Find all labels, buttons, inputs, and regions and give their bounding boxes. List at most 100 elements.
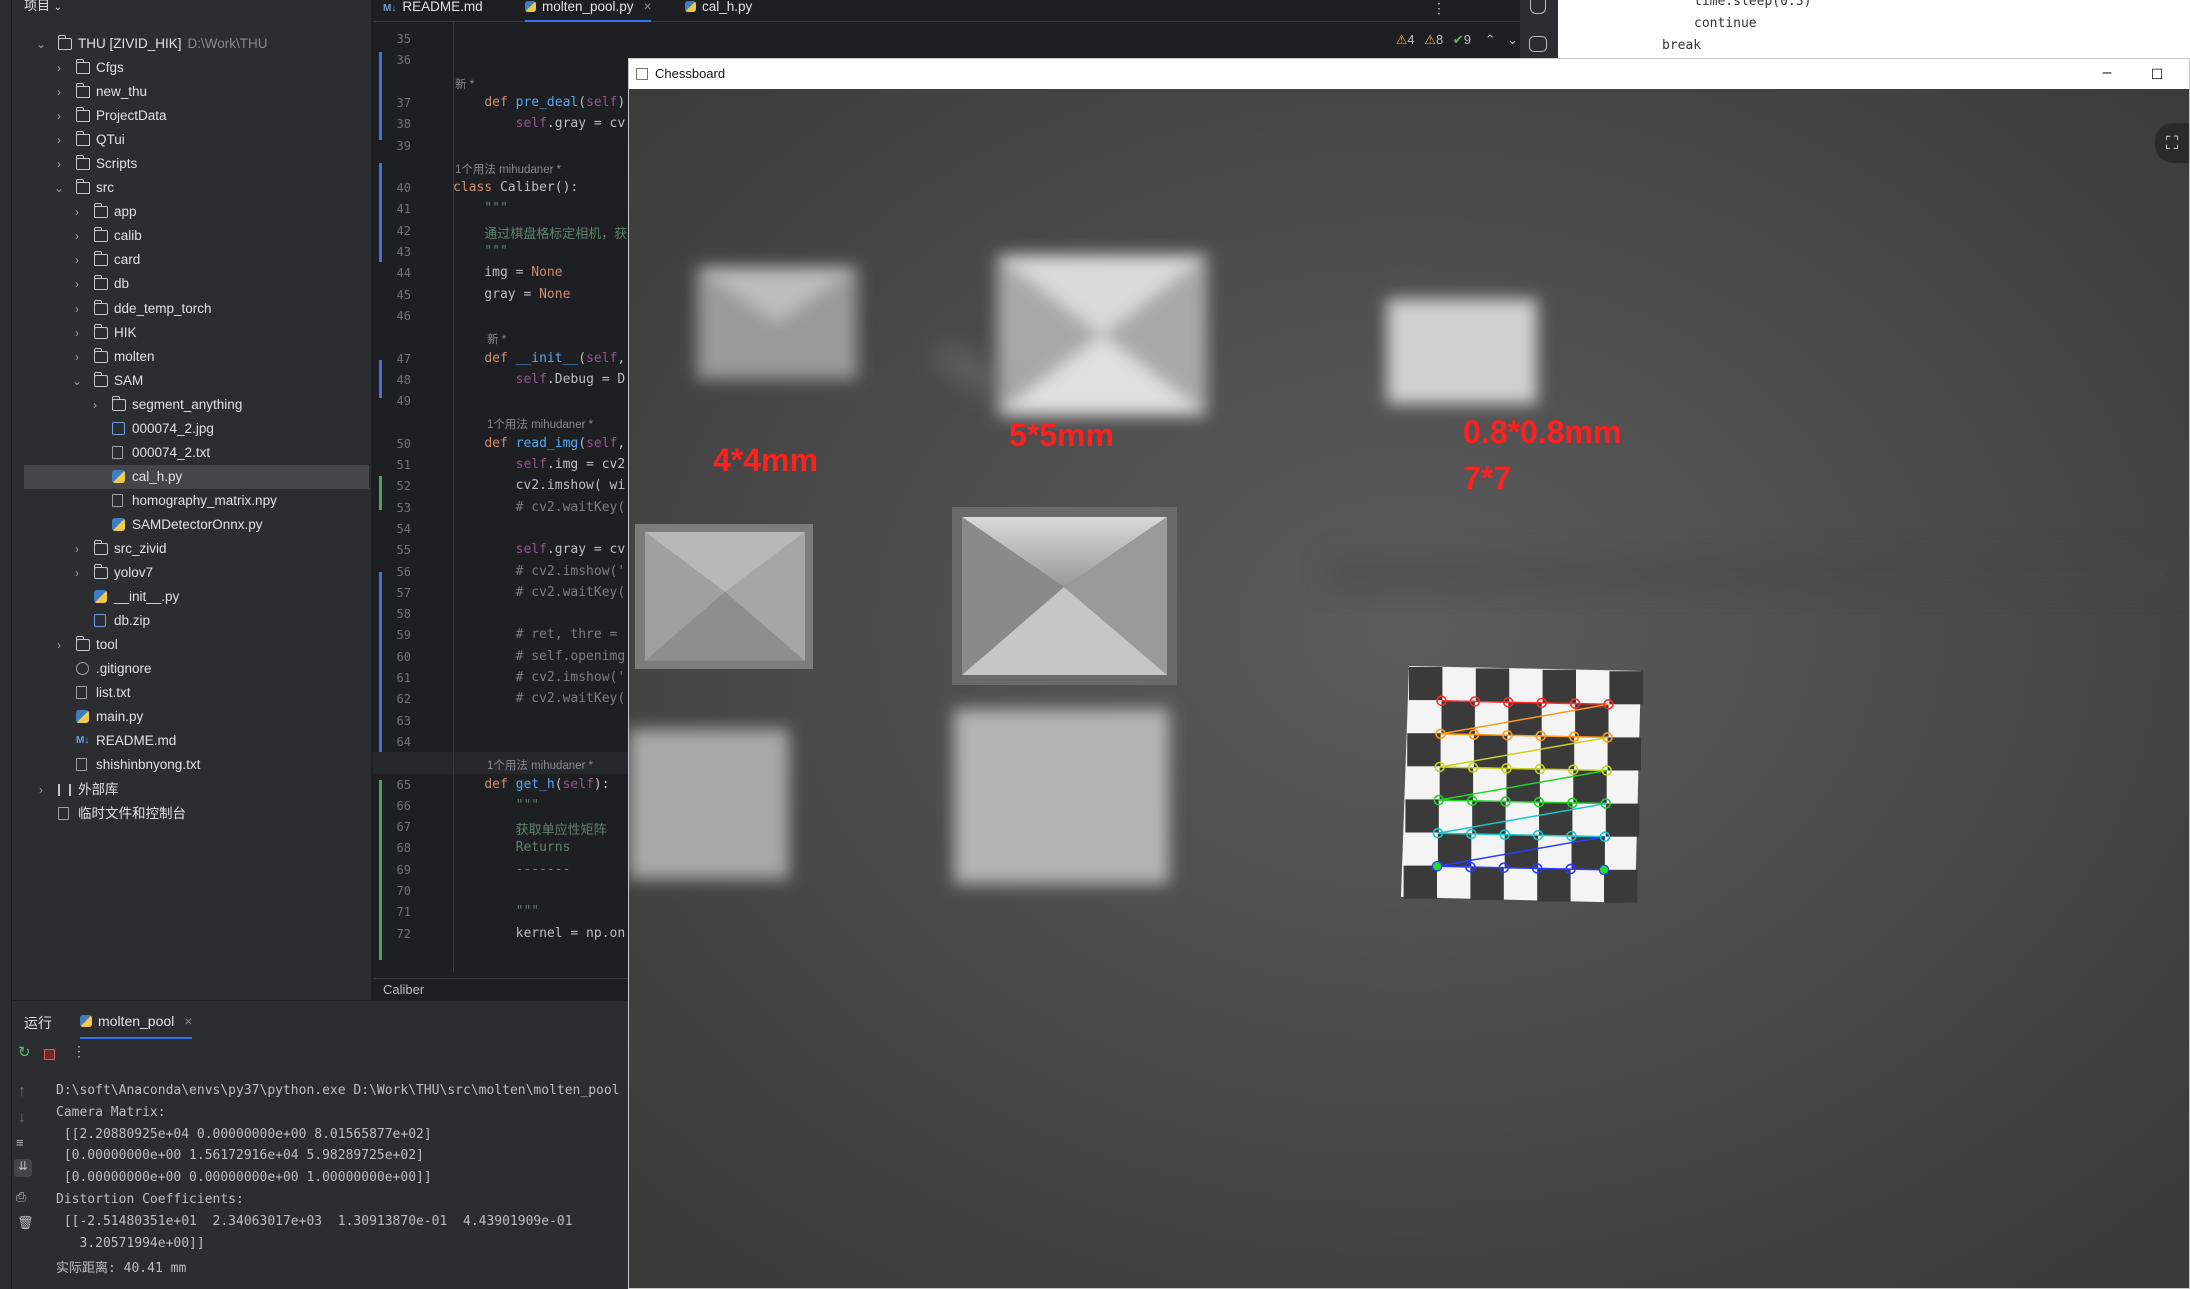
code-line[interactable]: Returns <box>453 840 571 855</box>
chevron-right-icon[interactable]: › <box>70 561 84 585</box>
tree-item[interactable]: › card <box>24 248 369 272</box>
tree-item[interactable]: › HIK <box>24 321 369 345</box>
tree-item[interactable]: ⌄ SAM <box>24 369 369 393</box>
chevron-right-icon[interactable]: › <box>70 537 84 561</box>
close-icon[interactable]: × <box>644 0 652 14</box>
chevron-right-icon[interactable]: › <box>52 128 66 152</box>
chevron-right-icon[interactable]: › <box>70 321 84 345</box>
inlay-hint[interactable]: 1个用法 mihudaner * <box>487 416 593 432</box>
chevron-right-icon[interactable]: › <box>52 633 66 657</box>
soft-wrap-icon[interactable]: ≡ <box>16 1135 24 1150</box>
tree-item[interactable]: M↓ README.md <box>24 729 369 753</box>
chevron-right-icon[interactable]: › <box>52 80 66 104</box>
breadcrumb-item[interactable]: Caliber <box>383 982 424 997</box>
editor-tab[interactable]: cal_h.py <box>685 0 752 22</box>
code-line[interactable]: cv2.imshow( wi <box>453 478 626 493</box>
chevron-right-icon[interactable]: › <box>34 778 48 802</box>
inlay-hint[interactable]: 1个用法 mihudaner * <box>455 161 561 177</box>
tree-item[interactable]: cal_h.py <box>24 464 369 489</box>
run-tab[interactable]: molten_pool × <box>80 1013 193 1039</box>
tree-item[interactable]: › app <box>24 200 369 224</box>
tree-item[interactable]: › Cfgs <box>24 56 369 80</box>
tree-item[interactable]: › 外部库 <box>24 778 369 802</box>
trash-icon[interactable]: 🗑 <box>17 1215 34 1231</box>
chevron-right-icon[interactable]: › <box>88 393 102 417</box>
chevron-down-icon[interactable]: ⌄ <box>52 176 66 200</box>
editor-tab[interactable]: M↓ README.md <box>383 0 483 22</box>
code-line[interactable]: gray = None <box>453 287 570 302</box>
tree-item[interactable]: › QTui <box>24 128 369 152</box>
chevron-right-icon[interactable]: › <box>52 104 66 128</box>
tree-item[interactable]: › new_thu <box>24 80 369 104</box>
tree-item[interactable]: homography_matrix.npy <box>24 489 369 513</box>
tree-item[interactable]: › db <box>24 272 369 296</box>
code-line[interactable]: """ <box>453 798 539 813</box>
code-line[interactable]: def read_img(self, <box>453 436 625 451</box>
chevron-down-icon[interactable]: ⌄ <box>70 369 84 393</box>
tree-item[interactable]: list.txt <box>24 681 369 705</box>
chevron-up-icon[interactable]: ⌃ <box>1485 32 1496 47</box>
ai-assistant-icon[interactable] <box>1529 36 1547 52</box>
tree-item[interactable]: db.zip <box>24 609 369 633</box>
chevron-right-icon[interactable]: › <box>70 200 84 224</box>
tree-item[interactable]: __init__.py <box>24 585 369 609</box>
tree-item[interactable]: › ProjectData <box>24 104 369 128</box>
code-line[interactable]: ------- <box>453 862 571 877</box>
code-line[interactable]: kernel = np.on <box>453 926 626 941</box>
tree-item[interactable]: › yolov7 <box>24 561 369 585</box>
tree-root[interactable]: ⌄ THU [ZIVID_HIK] D:\Work\THU <box>24 32 369 56</box>
more-icon[interactable]: ⋮ <box>1432 0 1446 17</box>
code-line[interactable]: # cv2.imshow(' <box>453 670 626 685</box>
arrow-up-icon[interactable]: ↑ <box>18 1083 26 1101</box>
editor-tab[interactable]: molten_pool.py × <box>525 0 652 22</box>
tree-item[interactable]: ⌄ src <box>24 176 369 200</box>
stop-icon[interactable] <box>44 1049 55 1060</box>
chevron-right-icon[interactable]: › <box>70 297 84 321</box>
code-line[interactable]: img = None <box>453 265 562 280</box>
maximize-button[interactable]: ☐ <box>2137 59 2177 89</box>
code-line[interactable]: self.img = cv2 <box>453 457 626 472</box>
minimize-button[interactable]: – <box>2087 59 2127 89</box>
chevron-down-icon[interactable]: ⌄ <box>1507 32 1518 47</box>
inlay-hint[interactable]: 新 * <box>487 331 506 347</box>
tree-item[interactable]: SAMDetectorOnnx.py <box>24 513 369 537</box>
code-line[interactable]: class Caliber(): <box>453 180 578 195</box>
code-line[interactable]: def get_h(self): <box>453 777 609 792</box>
chevron-right-icon[interactable]: › <box>70 345 84 369</box>
inspection-widget[interactable]: ⚠4 ⚠8 ✔9 ⌃ ⌄ <box>1396 32 1518 48</box>
code-line[interactable]: self.Debug = D <box>453 372 626 387</box>
chevron-right-icon[interactable]: › <box>70 224 84 248</box>
code-line[interactable]: self.gray = cv <box>453 542 626 557</box>
tree-item[interactable]: shishinbnyong.txt <box>24 753 369 777</box>
more-icon[interactable]: ⋮ <box>72 1043 86 1060</box>
tree-item[interactable]: › tool <box>24 633 369 657</box>
fullscreen-icon[interactable]: ⛶ <box>2155 123 2189 163</box>
code-line[interactable]: """ <box>453 904 539 919</box>
code-line[interactable]: # cv2.waitKey( <box>453 585 626 600</box>
tree-item[interactable]: › calib <box>24 224 369 248</box>
chessboard-titlebar[interactable]: Chessboard – ☐ <box>629 59 2189 89</box>
code-line[interactable]: 获取单应性矩阵 <box>453 819 607 838</box>
code-line[interactable]: # self.openimg <box>453 649 626 664</box>
tree-item[interactable]: › src_zivid <box>24 537 369 561</box>
tree-item[interactable]: 000074_2.jpg <box>24 417 369 441</box>
code-line[interactable]: """ <box>453 244 508 259</box>
code-line[interactable]: # cv2.imshow(' <box>453 564 626 579</box>
chevron-right-icon[interactable]: › <box>70 248 84 272</box>
code-line[interactable]: # cv2.waitKey( <box>453 500 626 515</box>
scroll-end-icon[interactable]: ⇊ <box>14 1159 32 1177</box>
chessboard-image[interactable]: 4*4mm 5*5mm 0.8*0.8mm 7*7 ⛶ <box>629 89 2189 1288</box>
code-line[interactable]: def pre_deal(self) <box>453 95 625 110</box>
tree-item[interactable]: › molten <box>24 345 369 369</box>
chevron-right-icon[interactable]: › <box>52 56 66 80</box>
close-icon[interactable]: × <box>184 1013 192 1029</box>
code-line[interactable]: """ <box>453 201 508 216</box>
chevron-right-icon[interactable]: › <box>70 272 84 296</box>
code-line[interactable]: self.gray = cv <box>453 116 626 131</box>
inlay-hint[interactable]: 新 * <box>455 76 474 92</box>
arrow-down-icon[interactable]: ↓ <box>18 1109 26 1127</box>
code-line[interactable]: def __init__(self, <box>453 351 625 366</box>
project-header[interactable]: 项目 ⌄ <box>12 0 371 14</box>
chevron-right-icon[interactable]: › <box>52 152 66 176</box>
tree-item[interactable]: main.py <box>24 705 369 729</box>
